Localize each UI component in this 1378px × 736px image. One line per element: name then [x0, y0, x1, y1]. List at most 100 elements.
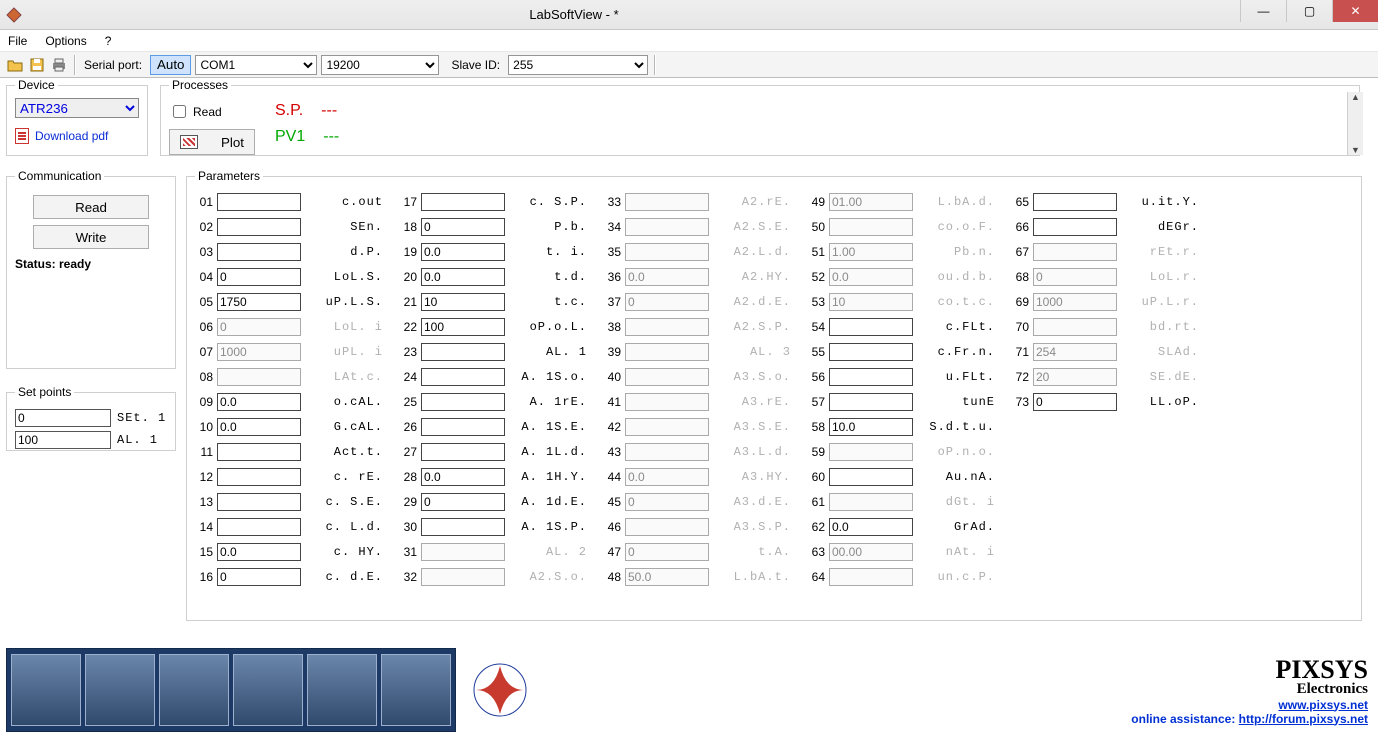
param-09-input[interactable]	[217, 393, 301, 411]
param-57-input[interactable]	[829, 393, 913, 411]
param-35-input[interactable]	[625, 243, 709, 261]
save-icon[interactable]	[28, 56, 46, 74]
param-10-input[interactable]	[217, 418, 301, 436]
processes-read-input[interactable]	[173, 105, 186, 118]
param-22-input[interactable]	[421, 318, 505, 336]
read-button[interactable]: Read	[33, 195, 149, 219]
serial-port-select[interactable]: COM1	[195, 55, 317, 75]
menu-file[interactable]: File	[8, 34, 27, 48]
param-55-label: c.Fr.n.	[917, 345, 995, 359]
param-46-input[interactable]	[625, 518, 709, 536]
processes-scrollbar[interactable]: ▲▼	[1347, 92, 1363, 155]
param-07-input[interactable]	[217, 343, 301, 361]
param-49-input[interactable]	[829, 193, 913, 211]
param-56-input[interactable]	[829, 368, 913, 386]
baud-select[interactable]: 19200	[321, 55, 439, 75]
param-37-input[interactable]	[625, 293, 709, 311]
minimize-button[interactable]: —	[1240, 0, 1286, 22]
param-67-input[interactable]	[1033, 243, 1117, 261]
assistance-link[interactable]: http://forum.pixsys.net	[1239, 712, 1368, 726]
param-04-input[interactable]	[217, 268, 301, 286]
print-icon[interactable]	[50, 56, 68, 74]
param-71-input[interactable]	[1033, 343, 1117, 361]
param-64-input[interactable]	[829, 568, 913, 586]
param-06-input[interactable]	[217, 318, 301, 336]
setpoint-1-input[interactable]	[15, 409, 111, 427]
param-24-input[interactable]	[421, 368, 505, 386]
param-52-input[interactable]	[829, 268, 913, 286]
param-29-input[interactable]	[421, 493, 505, 511]
param-42-input[interactable]	[625, 418, 709, 436]
param-36-input[interactable]	[625, 268, 709, 286]
param-50-input[interactable]	[829, 218, 913, 236]
param-68-input[interactable]	[1033, 268, 1117, 286]
param-72-input[interactable]	[1033, 368, 1117, 386]
param-14-input[interactable]	[217, 518, 301, 536]
param-65-input[interactable]	[1033, 193, 1117, 211]
param-53-input[interactable]	[829, 293, 913, 311]
param-66-input[interactable]	[1033, 218, 1117, 236]
param-47-input[interactable]	[625, 543, 709, 561]
param-59-input[interactable]	[829, 443, 913, 461]
param-48-input[interactable]	[625, 568, 709, 586]
param-43-input[interactable]	[625, 443, 709, 461]
param-54-input[interactable]	[829, 318, 913, 336]
maximize-button[interactable]: ▢	[1286, 0, 1332, 22]
param-18-input[interactable]	[421, 218, 505, 236]
param-number: 17	[399, 195, 417, 209]
write-button[interactable]: Write	[33, 225, 149, 249]
param-31-input[interactable]	[421, 543, 505, 561]
param-21-input[interactable]	[421, 293, 505, 311]
param-08-input[interactable]	[217, 368, 301, 386]
plot-button[interactable]: Plot	[169, 129, 255, 155]
param-61-input[interactable]	[829, 493, 913, 511]
param-30-input[interactable]	[421, 518, 505, 536]
param-73-input[interactable]	[1033, 393, 1117, 411]
param-41-input[interactable]	[625, 393, 709, 411]
param-20-input[interactable]	[421, 268, 505, 286]
setpoint-2-input[interactable]	[15, 431, 111, 449]
param-12-input[interactable]	[217, 468, 301, 486]
param-58-input[interactable]	[829, 418, 913, 436]
param-39-input[interactable]	[625, 343, 709, 361]
param-70-input[interactable]	[1033, 318, 1117, 336]
website-link[interactable]: www.pixsys.net	[1278, 698, 1368, 712]
param-16-input[interactable]	[217, 568, 301, 586]
slave-id-select[interactable]: 255	[508, 55, 648, 75]
param-45-input[interactable]	[625, 493, 709, 511]
param-11-input[interactable]	[217, 443, 301, 461]
param-38-input[interactable]	[625, 318, 709, 336]
param-13-input[interactable]	[217, 493, 301, 511]
close-button[interactable]: ✕	[1332, 0, 1378, 22]
menu-help[interactable]: ?	[105, 34, 112, 48]
param-26-input[interactable]	[421, 418, 505, 436]
param-44-input[interactable]	[625, 468, 709, 486]
device-select[interactable]: ATR236	[15, 98, 139, 118]
param-69-input[interactable]	[1033, 293, 1117, 311]
param-55-input[interactable]	[829, 343, 913, 361]
param-63-input[interactable]	[829, 543, 913, 561]
param-17-input[interactable]	[421, 193, 505, 211]
param-03-input[interactable]	[217, 243, 301, 261]
param-40-input[interactable]	[625, 368, 709, 386]
processes-read-checkbox[interactable]: Read	[169, 102, 255, 121]
param-60-input[interactable]	[829, 468, 913, 486]
param-19-input[interactable]	[421, 243, 505, 261]
open-icon[interactable]	[6, 56, 24, 74]
param-34-input[interactable]	[625, 218, 709, 236]
param-25-input[interactable]	[421, 393, 505, 411]
param-27-input[interactable]	[421, 443, 505, 461]
param-01-input[interactable]	[217, 193, 301, 211]
param-05-input[interactable]	[217, 293, 301, 311]
download-pdf-link[interactable]: Download pdf	[15, 128, 139, 144]
param-02-input[interactable]	[217, 218, 301, 236]
param-32-input[interactable]	[421, 568, 505, 586]
param-33-input[interactable]	[625, 193, 709, 211]
param-62-input[interactable]	[829, 518, 913, 536]
param-28-input[interactable]	[421, 468, 505, 486]
menu-options[interactable]: Options	[45, 34, 86, 48]
param-51-input[interactable]	[829, 243, 913, 261]
param-23-input[interactable]	[421, 343, 505, 361]
param-15-input[interactable]	[217, 543, 301, 561]
auto-button[interactable]: Auto	[150, 55, 191, 75]
